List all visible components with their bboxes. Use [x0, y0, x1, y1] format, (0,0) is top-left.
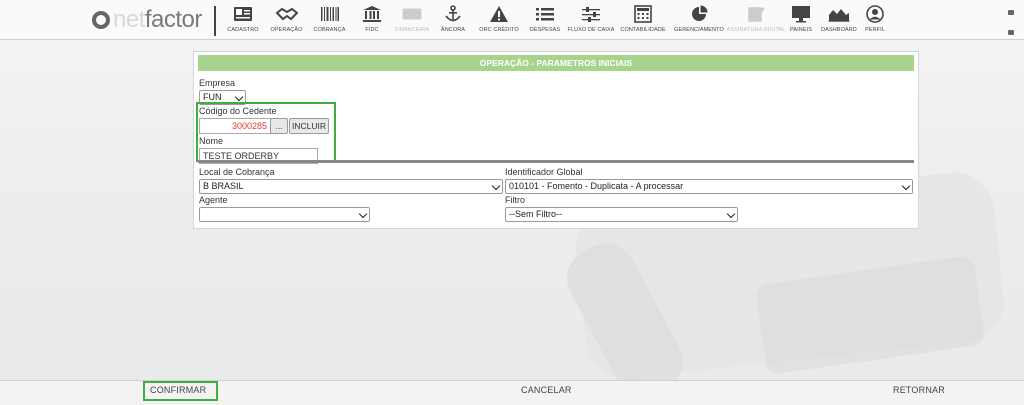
- nav-item-dashboard[interactable]: DASHBOARD: [818, 4, 860, 38]
- nav-item-fidc[interactable]: FIDC: [352, 4, 392, 38]
- parametros-iniciais-panel: OPERAÇÃO - PARAMETROS INICIAIS Empresa F…: [193, 51, 919, 229]
- identificador-global-value: 010101 - Fomento - Duplicata - A process…: [509, 181, 684, 191]
- logo-separator: [214, 6, 216, 36]
- money-icon: [400, 4, 424, 24]
- monitor-icon: [789, 4, 813, 24]
- local-cobranca-label: Local de Cobrança: [199, 167, 275, 177]
- chevron-down-icon: [358, 209, 368, 219]
- nav-item-cadastro[interactable]: CADASTRO: [220, 4, 266, 38]
- netfactor-logo: net factor: [92, 6, 202, 34]
- logo-net-text: net: [113, 6, 145, 33]
- nome-label: Nome: [199, 136, 224, 146]
- local-cobranca-value: B BRASIL: [203, 181, 244, 191]
- cedente-lookup-button[interactable]: ...: [270, 118, 288, 134]
- nav-item-label: PERFIL: [865, 27, 885, 33]
- top-navigation-bar: net factor CADASTRO OPERAÇÃO COBRANÇA FIDC F…: [0, 0, 1024, 40]
- bank-icon: [360, 4, 384, 24]
- cancel-button[interactable]: CANCELAR: [521, 385, 572, 395]
- nav-item-label: ÂNCORA: [440, 27, 466, 33]
- user-icon: [863, 4, 887, 24]
- incluir-button[interactable]: INCLUIR: [289, 118, 329, 134]
- empresa-value: FUN: [203, 92, 222, 102]
- agente-label: Agente: [199, 195, 228, 205]
- agente-select[interactable]: [199, 207, 370, 222]
- local-cobranca-select[interactable]: B BRASIL: [199, 179, 503, 194]
- nav-item-opera-o[interactable]: OPERAÇÃO: [266, 4, 307, 38]
- logo-factor-text: factor: [144, 6, 203, 33]
- nav-item-label: ASSINATURA DIGITAL: [726, 27, 786, 33]
- nav-item-label: CONTABILIDADE: [620, 27, 666, 33]
- nav-item-label: DASHBOARD: [821, 27, 857, 33]
- nav-item-label: FLUXO DE CAIXA: [567, 27, 615, 33]
- nav-item-assinatura-digital[interactable]: ASSINATURA DIGITAL: [726, 4, 786, 38]
- nav-item-cobran-a[interactable]: COBRANÇA: [307, 4, 352, 38]
- calculator-icon: [631, 4, 655, 24]
- handshake-icon: [275, 4, 299, 24]
- list-icon: [533, 4, 557, 24]
- window-control-bottom[interactable]: [1008, 30, 1014, 35]
- nav-item-label: FIDC: [365, 27, 379, 33]
- chevron-down-icon: [726, 209, 736, 219]
- footer-bar: CONFIRMAR CANCELAR RETORNAR: [0, 380, 1024, 405]
- nav-item-contabilidade[interactable]: CONTABILIDADE: [616, 4, 670, 38]
- nav-item-label: FINANCEIRA: [394, 27, 430, 33]
- nav-item-fluxo-de-caixa[interactable]: FLUXO DE CAIXA: [566, 4, 616, 38]
- identificador-global-label: Identificador Global: [505, 167, 583, 177]
- nav-item--ncora[interactable]: ÂNCORA: [432, 4, 474, 38]
- anchor-icon: [441, 4, 465, 24]
- nav-item-despesas[interactable]: DESPESAS: [524, 4, 566, 38]
- nav-item-label: GERENCIAMENTO: [674, 27, 724, 33]
- main-menu: CADASTRO OPERAÇÃO COBRANÇA FIDC FINANCEIRA ÂN…: [220, 4, 890, 38]
- nav-item-label: PAINEIS: [790, 27, 812, 33]
- nav-item-label: OPERAÇÃO: [270, 27, 303, 33]
- empresa-label: Empresa: [199, 78, 236, 88]
- section-divider: [198, 160, 914, 163]
- filtro-select[interactable]: --Sem Filtro--: [505, 207, 738, 222]
- barcode-icon: [318, 4, 342, 24]
- nav-item-label: CADASTRO: [227, 27, 259, 33]
- window-control-top[interactable]: [1008, 10, 1014, 15]
- nav-item-label: DESPESAS: [529, 27, 561, 33]
- filtro-value: --Sem Filtro--: [509, 209, 562, 219]
- nav-item-label: ORC CRÉDITO: [479, 27, 519, 33]
- nav-item-label: COBRANÇA: [313, 27, 346, 33]
- area-chart-icon: [827, 4, 851, 24]
- nav-item-paineis[interactable]: PAINEIS: [784, 4, 818, 38]
- edit-icon: [744, 4, 768, 24]
- chevron-down-icon: [901, 181, 911, 191]
- return-button[interactable]: RETORNAR: [893, 385, 945, 395]
- pie-chart-icon: [687, 4, 711, 24]
- chevron-down-icon: [234, 92, 244, 102]
- warning-icon: [487, 4, 511, 24]
- id-card-icon: [231, 4, 255, 24]
- confirm-button[interactable]: CONFIRMAR: [150, 385, 206, 395]
- nav-item-gerenciamento[interactable]: GERENCIAMENTO: [670, 4, 728, 38]
- cedente-label: Código do Cedente: [199, 106, 277, 116]
- filtro-label: Filtro: [505, 195, 525, 205]
- nav-item-perfil[interactable]: PERFIL: [860, 4, 890, 38]
- identificador-global-select[interactable]: 010101 - Fomento - Duplicata - A process…: [505, 179, 913, 194]
- nav-item-orc-cr-dito[interactable]: ORC CRÉDITO: [474, 4, 524, 38]
- nav-item-financeira[interactable]: FINANCEIRA: [392, 4, 432, 38]
- cedente-code-input[interactable]: 3000285: [199, 118, 271, 134]
- sliders-icon: [579, 4, 603, 24]
- chevron-down-icon: [491, 181, 501, 191]
- panel-title: OPERAÇÃO - PARAMETROS INICIAIS: [198, 55, 914, 71]
